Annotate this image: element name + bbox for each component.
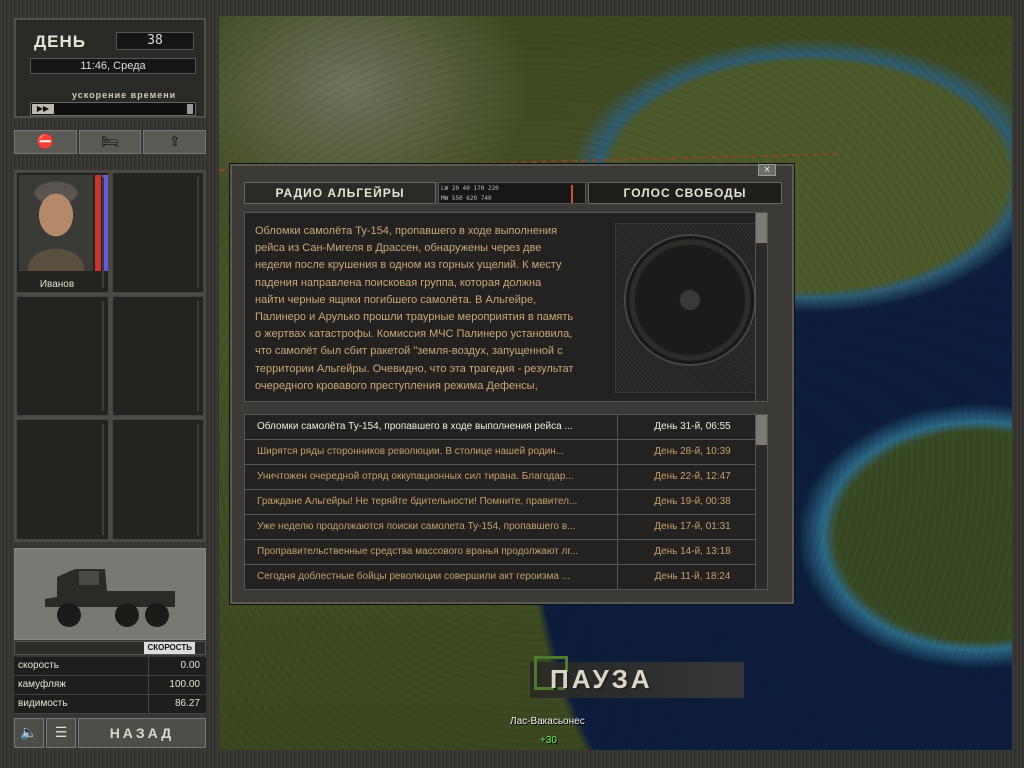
station-voice-of-freedom[interactable]: ГОЛОС СВОБОДЫ [588, 182, 782, 204]
station-radio-algeira[interactable]: РАДИО АЛЬГЕЙРЫ [244, 182, 436, 204]
news-title: Ширятся ряды сторонников революции. В ст… [257, 446, 565, 457]
health-bar [95, 175, 101, 271]
merc-name: Иванов [39, 278, 75, 290]
empty-slot[interactable] [111, 172, 204, 293]
bottom-buttons: 🔈 ☰ НАЗАД [14, 718, 206, 748]
news-item[interactable]: Уже неделю продолжаются поиски самолета … [245, 515, 767, 540]
stat-label: скорость [18, 660, 59, 671]
dial-needle [571, 185, 573, 203]
stop-icon[interactable]: ⛔ [14, 130, 77, 154]
news-date: День 19-й, 00:38 [617, 490, 767, 514]
day-counter: 38 [116, 32, 194, 50]
list-icon[interactable]: ☰ [46, 718, 76, 748]
clock-panel: ДЕНЬ 38 11:46, Среда ускорение времени ▶… [14, 18, 206, 118]
article-scrollbar[interactable] [755, 213, 767, 401]
day-label: ДЕНЬ [34, 32, 86, 51]
news-date: День 17-й, 01:31 [617, 515, 767, 539]
news-title: Уничтожен очередной отряд оккупационных … [257, 471, 574, 482]
empty-slot[interactable] [16, 295, 109, 417]
town-name[interactable]: Лас-Вакасьонес [510, 716, 585, 727]
energy-bar [102, 175, 108, 271]
stat-row: видимость 86.27 [14, 695, 206, 714]
dial-lw: LW 20 40 170 220 [441, 185, 499, 192]
vehicle-exit-icon[interactable]: ⇪ [143, 130, 207, 154]
town-loyalty: +30 [540, 735, 557, 746]
news-date: День 31-й, 06:55 [617, 415, 767, 439]
speaker-grille [615, 223, 765, 393]
news-date: День 11-й, 18:24 [617, 565, 767, 589]
speed-label: СКОРОСТЬ [144, 642, 195, 654]
news-title: Проправительственные средства массового … [257, 546, 579, 557]
stat-value: 100.00 [148, 676, 206, 694]
stat-row: камуфляж 100.00 [14, 676, 206, 695]
speaker-icon [624, 234, 756, 366]
news-date: День 28-й, 10:39 [617, 440, 767, 464]
fast-forward-icon[interactable]: ▶▶ [32, 104, 54, 114]
article-text: Обломки самолёта Ту-154, пропавшего в хо… [255, 225, 574, 392]
radio-dial[interactable]: LW 20 40 170 220 MW 550 620 740 [438, 182, 586, 204]
squad-actions: ⛔ 🛏 ⇪ [14, 130, 207, 154]
time-accel-label: ускорение времени [72, 90, 177, 100]
news-item[interactable]: Ширятся ряды сторонников революции. В ст… [245, 440, 767, 465]
time-accel-slider[interactable]: ▶▶ [30, 102, 196, 116]
news-date: День 22-й, 12:47 [617, 465, 767, 489]
empty-slot[interactable] [111, 419, 204, 540]
back-button[interactable]: НАЗАД [78, 718, 206, 748]
news-item[interactable]: Сегодня доблестные бойцы революции совер… [245, 565, 767, 589]
stat-value: 86.27 [148, 695, 206, 713]
vehicle-stats: скорость 0.00 камуфляж 100.00 видимость … [14, 657, 206, 714]
sound-icon[interactable]: 🔈 [14, 718, 44, 748]
news-item[interactable]: Граждане Альгейры! Не теряйте бдительнос… [245, 490, 767, 515]
news-title: Граждане Альгейры! Не теряйте бдительнос… [257, 496, 578, 507]
news-title: Сегодня доблестные бойцы революции совер… [257, 571, 571, 582]
truck-icon [45, 569, 175, 627]
merc-portrait[interactable] [19, 175, 93, 271]
pause-banner[interactable]: ПАУЗА [530, 656, 744, 698]
stat-label: видимость [18, 698, 68, 709]
news-date: День 14-й, 13:18 [617, 540, 767, 564]
news-item[interactable]: Обломки самолёта Ту-154, пропавшего в хо… [245, 415, 767, 440]
scroll-thumb[interactable] [756, 415, 767, 445]
news-item[interactable]: Проправительственные средства массового … [245, 540, 767, 565]
merc-slot[interactable]: Иванов [16, 172, 109, 293]
pause-label: ПАУЗА [550, 664, 653, 694]
article-view: Обломки самолёта Ту-154, пропавшего в хо… [244, 212, 768, 402]
squad-grid: Иванов [14, 170, 206, 542]
list-scrollbar[interactable] [755, 415, 767, 589]
stat-value: 0.00 [148, 657, 206, 675]
stat-label: камуфляж [18, 679, 66, 690]
scroll-thumb[interactable] [756, 213, 767, 243]
rest-bed-icon[interactable]: 🛏 [78, 130, 142, 154]
vehicle-panel [14, 548, 206, 640]
stat-row: скорость 0.00 [14, 657, 206, 676]
slider-handle[interactable] [187, 104, 193, 114]
empty-slot[interactable] [111, 295, 204, 417]
news-list: Обломки самолёта Ту-154, пропавшего в хо… [244, 414, 768, 590]
news-item[interactable]: Уничтожен очередной отряд оккупационных … [245, 465, 767, 490]
dial-mw: MW 550 620 740 [441, 195, 492, 202]
news-title: Уже неделю продолжаются поиски самолета … [257, 521, 576, 532]
news-title: Обломки самолёта Ту-154, пропавшего в хо… [257, 421, 573, 432]
speed-slider[interactable]: СКОРОСТЬ [14, 641, 206, 655]
close-button[interactable]: × [758, 164, 776, 176]
time-display: 11:46, Среда [30, 58, 196, 74]
left-panel: ДЕНЬ 38 11:46, Среда ускорение времени ▶… [12, 16, 208, 750]
empty-slot[interactable] [16, 419, 109, 540]
radio-window: × РАДИО АЛЬГЕЙРЫ LW 20 40 170 220 MW 550… [230, 164, 794, 604]
